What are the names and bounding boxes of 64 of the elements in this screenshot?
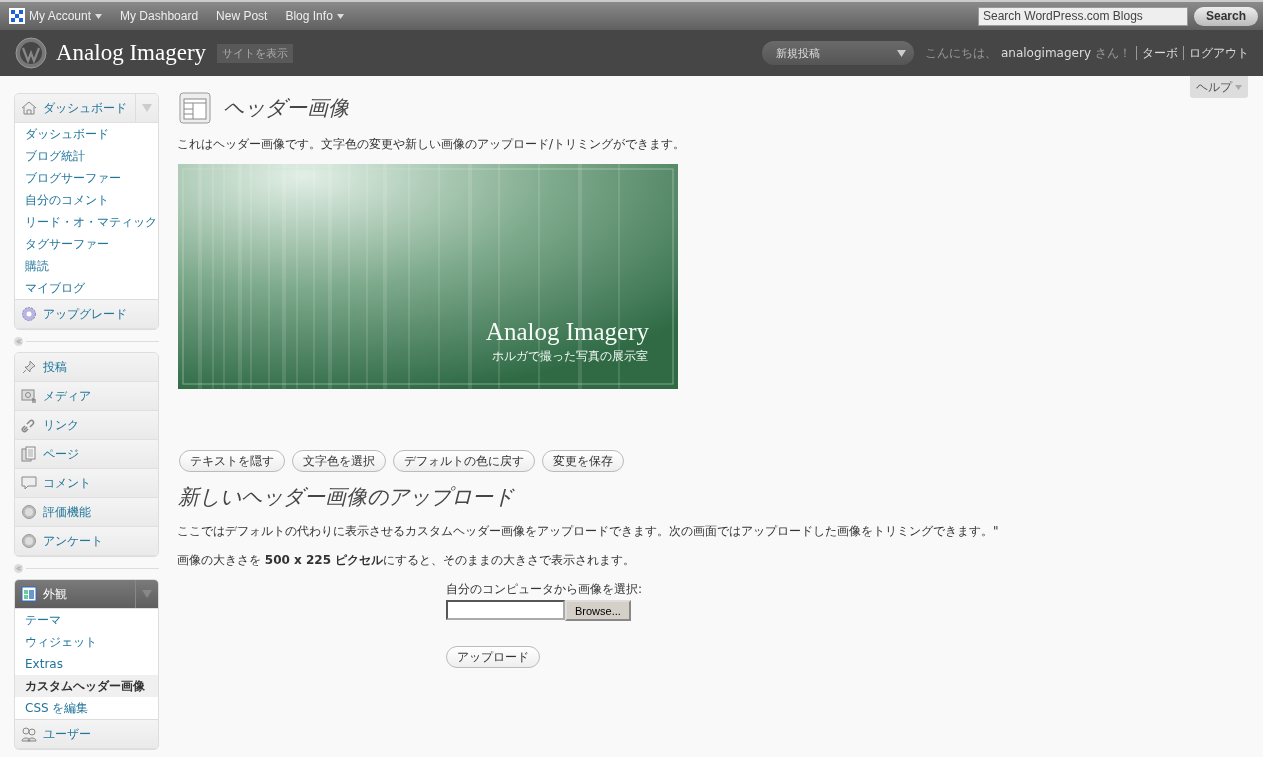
pushpin-icon	[21, 359, 37, 375]
section-heading: 新しいヘッダー画像のアップロード	[178, 484, 516, 511]
submenu-item[interactable]: 購読	[15, 255, 158, 277]
submenu-item[interactable]: テーマ	[15, 609, 158, 631]
sidebar-menu-item[interactable]: 外観	[15, 580, 158, 609]
greeting-text: こんにちは、	[924, 44, 997, 62]
username-link[interactable]: analogimagery	[1000, 46, 1091, 60]
submenu-item[interactable]: カスタムヘッダー画像	[15, 675, 158, 697]
admin-bar-menu[interactable]: My Dashboard	[120, 9, 199, 23]
media-icon	[21, 388, 37, 404]
submenu-item[interactable]: マイブログ	[15, 277, 158, 299]
action-button[interactable]: 文字色を選択	[292, 450, 386, 472]
speech-bubble-icon	[21, 475, 37, 491]
sidebar-menu-item[interactable]: 投稿	[15, 353, 158, 382]
submenu-item[interactable]: ブログサーファー	[15, 167, 158, 189]
submenu-item[interactable]: CSS を編集	[15, 697, 158, 719]
header-preview-tagline: ホルガで撮った写真の展示室	[492, 348, 648, 365]
submenu-item[interactable]: Extras	[15, 653, 158, 675]
admin-bar-menu[interactable]: My Account	[9, 8, 103, 24]
layout-icon	[21, 586, 37, 602]
file-path-field[interactable]	[446, 600, 565, 620]
pages-icon	[21, 446, 37, 462]
caret-icon	[1235, 84, 1242, 90]
submenu-item[interactable]: リード・オ・マティック	[15, 211, 158, 233]
upload-description: ここではデフォルトの代わりに表示させるカスタムヘッダー画像をアップロードできます。次の画面ではアップロードした画像をトリミングできます。"	[177, 523, 1000, 540]
search-button[interactable]: Search	[1193, 6, 1258, 26]
header-link[interactable]: ログアウト	[1189, 44, 1249, 62]
search-field[interactable]: Search WordPress.com Blogs	[977, 6, 1188, 26]
sidebar-menu-item[interactable]: ダッシュボード	[15, 94, 158, 123]
greeting-text: さん！	[1095, 44, 1131, 62]
layout-icon	[179, 92, 211, 124]
collapse-icon[interactable]	[14, 336, 23, 346]
gear-icon	[21, 306, 37, 322]
help-tab[interactable]: ヘルプ	[1190, 76, 1248, 98]
circle-icon	[21, 504, 37, 520]
collapse-icon[interactable]	[14, 563, 23, 573]
circle-icon	[21, 533, 37, 549]
submenu-item[interactable]: ダッシュボード	[15, 123, 158, 145]
submenu-item[interactable]: ブログ統計	[15, 145, 158, 167]
admin-bar-menu[interactable]: New Post	[216, 9, 268, 23]
header-preview-title: Analog Imagery	[485, 318, 649, 346]
wordpress-logo-icon	[15, 37, 47, 69]
house-icon	[21, 100, 37, 116]
page-title: ヘッダー画像	[223, 95, 349, 122]
submenu-item[interactable]: 自分のコメント	[15, 189, 158, 211]
users-icon	[21, 726, 37, 742]
action-button[interactable]: 変更を保存	[542, 450, 624, 472]
view-site-button[interactable]: サイトを表示	[217, 43, 294, 63]
grid-logo-icon	[9, 8, 25, 24]
file-field-label: 自分のコンピュータから画像を選択:	[446, 581, 643, 598]
intro-text: これはヘッダー画像です。文字色の変更や新しい画像のアップロード/トリミングができます。	[177, 136, 687, 153]
action-button[interactable]: テキストを隠す	[179, 450, 285, 472]
browse-button[interactable]: Browse...	[565, 600, 631, 621]
caret-icon	[896, 49, 906, 57]
submenu-item[interactable]: タグサーファー	[15, 233, 158, 255]
header-link[interactable]: ターボ	[1142, 44, 1178, 62]
site-title: Analog Imagery	[56, 40, 207, 66]
chain-link-icon	[21, 417, 37, 433]
action-button[interactable]: デフォルトの色に戻す	[393, 450, 535, 472]
admin-bar-menu[interactable]: Blog Info	[285, 9, 344, 23]
submenu-item[interactable]: ウィジェット	[15, 631, 158, 653]
new-post-dropdown[interactable]: 新規投稿	[761, 41, 914, 65]
upload-button[interactable]: アップロード	[446, 646, 540, 668]
size-hint-text: 画像の大きさを 500 x 225 ピクセルにすると、そのままの大きさで表示されます。	[177, 552, 637, 569]
